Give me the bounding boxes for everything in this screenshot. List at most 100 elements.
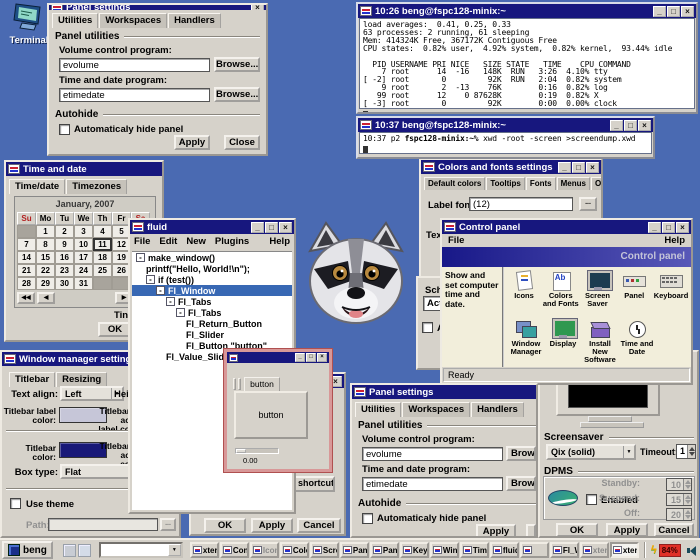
close-button[interactable]: × [317,353,327,362]
close-button[interactable]: × [638,119,651,131]
time-browse-button[interactable]: Browse... [506,476,536,491]
tab-default-colors[interactable]: Default colors [424,177,486,190]
tab-tooltips[interactable]: Tooltips [486,177,525,190]
maximize-button[interactable]: □ [624,119,637,131]
volume-browse-button[interactable]: Browse... [506,446,536,461]
taskbar-task-xter[interactable]: xter [579,542,609,558]
menu-item-edit[interactable]: Edit [159,236,177,247]
calendar-day[interactable]: 18 [93,251,112,264]
minimize-button[interactable]: _ [653,5,666,17]
taskbar-task-scre[interactable]: Scre [309,542,339,558]
menu-item-new[interactable]: New [186,236,206,247]
cp-icon-keyboard[interactable]: Keyboard [653,271,689,319]
preview-button[interactable]: button [234,391,308,439]
tree-node[interactable]: - Fl_Tabs [132,307,292,318]
titlebar[interactable]: 10:37 beng@fspc128-minix:~ _ □ × [358,118,653,132]
titlebar[interactable]: Control panel _ □ × [442,220,691,234]
tab-menus[interactable]: Menus [556,177,590,190]
cp-icon-panel[interactable]: Panel [616,271,652,319]
path-browse-button[interactable]: ... [160,518,176,531]
slider-handle[interactable] [236,449,246,453]
apply-button[interactable]: Apply [251,518,293,533]
maximize-button[interactable]: □ [662,221,675,233]
cp-icon-display[interactable]: Display [545,319,581,367]
calendar-day[interactable]: 3 [74,225,93,238]
taskbar-task-pane[interactable]: Pane [339,542,369,558]
close-button[interactable]: Close [224,135,260,150]
tree-node[interactable]: printf("Hello, World!\n"); [132,263,292,274]
calendar-day[interactable]: 29 [36,277,55,290]
calendar-day[interactable]: 22 [36,264,55,277]
titlebar[interactable]: Panel settings [352,385,536,399]
tree-node[interactable]: Fl_Slider [132,329,292,340]
apply-button[interactable]: Apply [606,523,648,536]
ok-button[interactable]: OK [556,523,598,536]
cp-icon-time-and-date[interactable]: Time and Date [619,319,655,367]
calendar-day[interactable]: 2 [55,225,74,238]
cp-icon-icons[interactable]: Icons [506,271,542,319]
taskbar-task-cont[interactable]: Cont [219,542,249,558]
terminal-output[interactable]: load averages: 0.41, 0.25, 0.33 63 proce… [359,18,695,112]
calendar-day[interactable]: 17 [74,251,93,264]
cp-icon-colors-and-fonts[interactable]: Colors and Fonts [543,271,579,319]
apply-button[interactable]: Apply [476,524,516,536]
menu-item-help[interactable]: Help [664,235,685,246]
tab-fonts[interactable]: Fonts [525,177,556,190]
close-button[interactable]: × [681,5,694,17]
calendar-day[interactable]: 8 [36,238,55,251]
cp-icon-install-new-software[interactable]: Install New Software [582,319,618,367]
off-spinner[interactable]: 20 [666,508,692,521]
time-program-input[interactable]: etimedate [362,476,503,491]
close-button[interactable]: × [676,221,689,233]
tab-handlers[interactable]: Handlers [471,402,524,417]
cancel-button[interactable]: Cancel [654,523,694,536]
maximize-button[interactable]: □ [265,221,278,233]
titlebar[interactable]: 10:26 beng@fspc128-minix:~ _ □ × [358,4,696,18]
calendar-day[interactable]: 10 [74,238,93,251]
minimize-button[interactable]: _ [648,221,661,233]
timeout-spinner[interactable]: 1 [676,444,696,459]
titlebar[interactable]: Time and date [6,162,162,176]
printer-icon[interactable] [62,543,76,557]
taskbar-task-xter[interactable]: xter [609,542,639,558]
tab-utilities[interactable]: Utilities [355,402,402,417]
minimize-button[interactable]: _ [251,221,264,233]
taskbar-task-keyb[interactable]: Keyb [399,542,429,558]
close-button[interactable]: × [586,161,599,173]
ok-button[interactable]: OK [204,518,246,533]
start-button[interactable]: beng [2,541,53,559]
screensaver-dropdown[interactable]: Qix (solid) ▼ [546,444,636,460]
terminal-output[interactable]: 10:37 p2 fspc128-minix:~% xwd -root -scr… [359,132,652,154]
taskbar-task-time[interactable]: Time [459,542,489,558]
tab-handlers[interactable]: Handlers [168,13,221,28]
expander-icon[interactable]: - [136,253,145,262]
label-font-browse-button[interactable]: ... [579,197,597,211]
pager-dropdown[interactable]: ▼ [98,542,183,558]
tree-node[interactable]: - make_window() [132,252,292,263]
time-program-input[interactable]: etimedate [59,87,210,102]
menu-item-file[interactable]: File [448,235,464,246]
use-theme-checkbox[interactable] [10,498,21,509]
menu-item-help[interactable]: Help [269,236,290,247]
volume-program-input[interactable]: evolume [59,57,210,72]
path-input[interactable] [48,518,158,531]
speaker-icon[interactable] [686,545,699,556]
standby-spinner[interactable]: 10 [666,478,692,491]
menu-item-plugins[interactable]: Plugins [215,236,249,247]
tab-resizing[interactable]: Resizing [56,372,108,387]
tab-workspaces[interactable]: Workspaces [402,402,471,417]
mini-tab[interactable] [238,378,241,390]
taskbar-task-fluid[interactable]: fluid [489,542,519,558]
calendar-day[interactable]: 9 [55,238,74,251]
taskbar-task-icon[interactable]: Icon [249,542,279,558]
calendar-day[interactable]: 4 [93,225,112,238]
tree-node[interactable]: - if (test()) [132,274,292,285]
minimize-button[interactable]: _ [295,353,305,362]
maximize-button[interactable]: □ [306,353,316,362]
calendar-day[interactable]: 15 [36,251,55,264]
autohide-checkbox[interactable] [59,124,70,135]
calendar-prev-button[interactable]: ◀ [37,292,55,304]
menu-item-file[interactable]: File [134,236,150,247]
tab-others[interactable]: Others [590,177,601,190]
cp-icon-screen-saver[interactable]: Screen Saver [580,271,616,319]
